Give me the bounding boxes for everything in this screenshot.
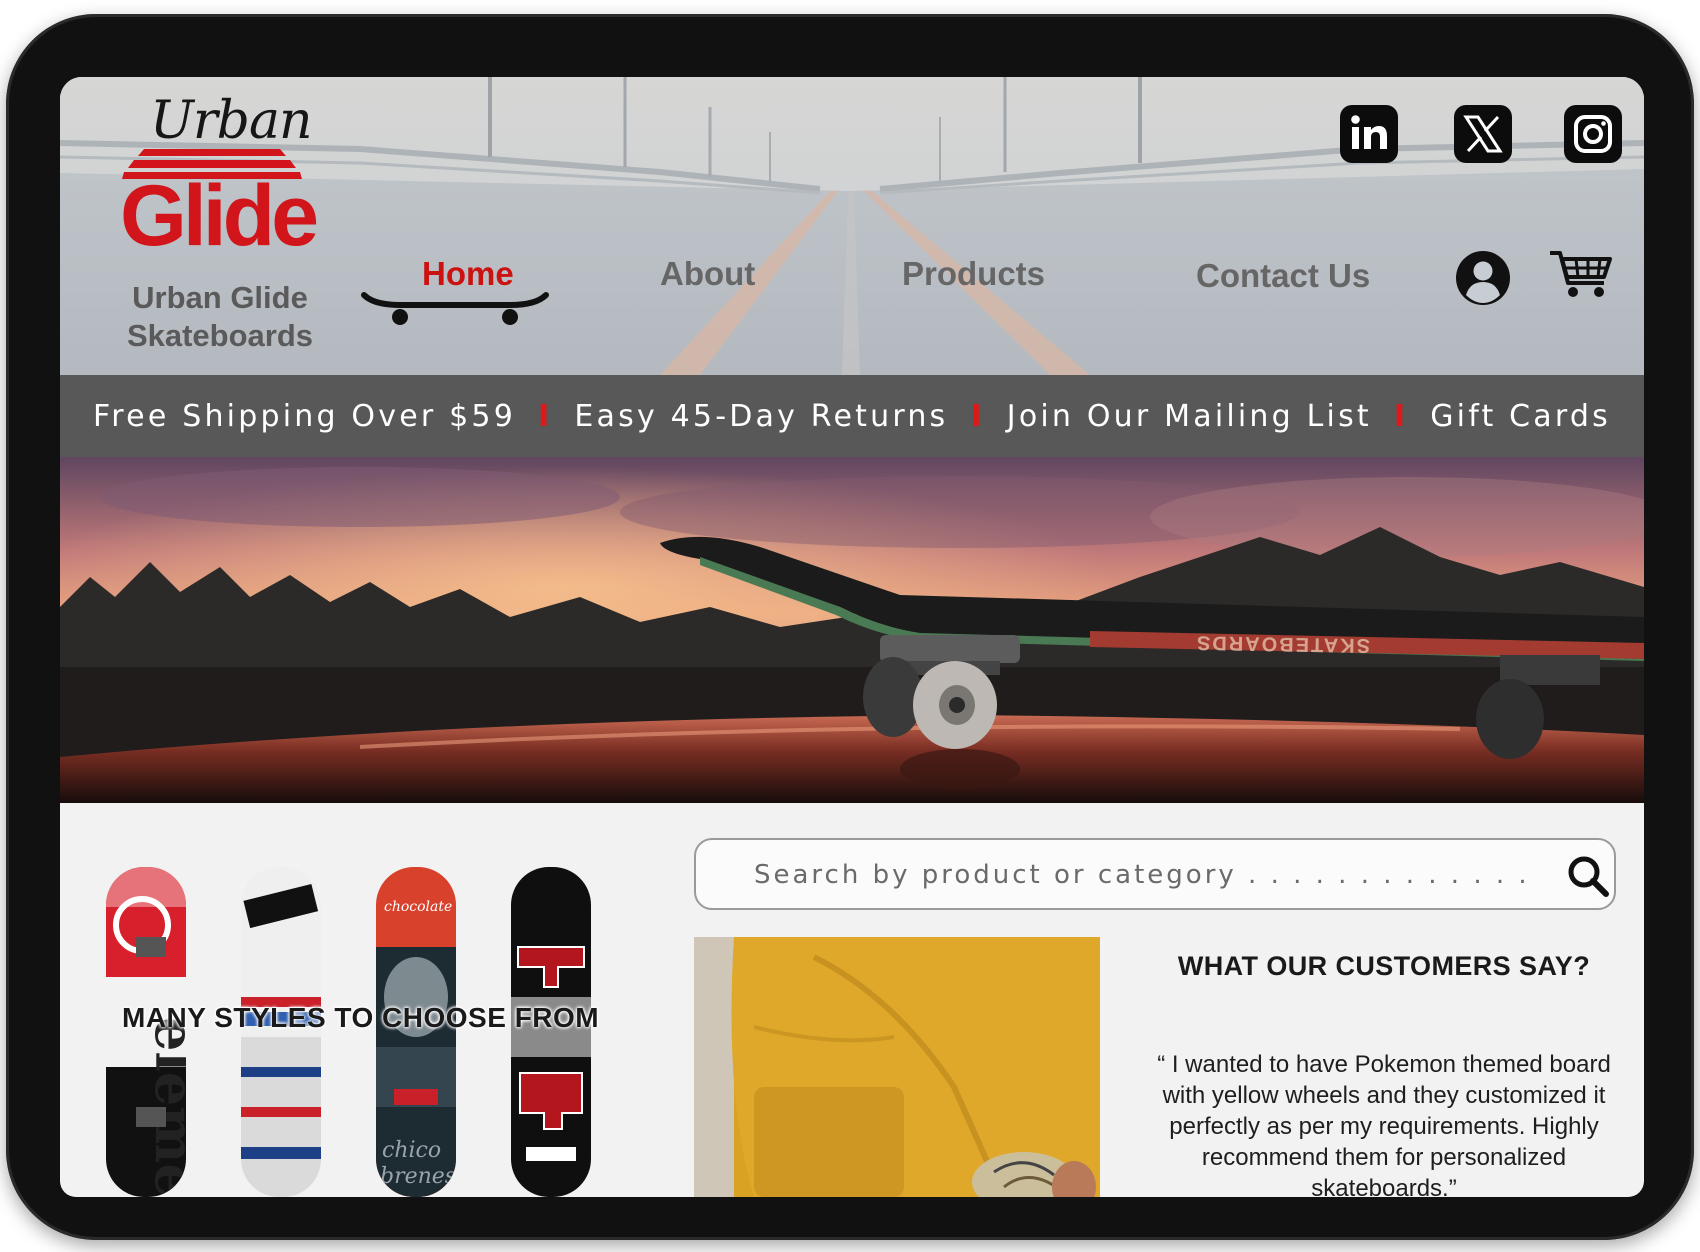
svg-text:chico: chico <box>382 1138 441 1163</box>
search-bar <box>694 838 1616 910</box>
promo-separator: I <box>1393 398 1409 434</box>
many-styles-label: MANY STYLES TO CHOOSE FROM <box>122 1002 600 1033</box>
promo-returns[interactable]: Easy 45-Day Returns <box>574 399 948 434</box>
promo-free-shipping[interactable]: Free Shipping Over $59 <box>93 399 516 434</box>
search-icon[interactable] <box>1566 854 1610 898</box>
logo-glide-text: Glide <box>120 168 319 264</box>
svg-text:chocolate: chocolate <box>384 899 452 915</box>
brand-name-line2: Skateboards <box>126 318 314 353</box>
search-input[interactable] <box>752 852 1536 898</box>
promo-strip: Free Shipping Over $59 I Easy 45-Day Ret… <box>60 375 1644 457</box>
logo-urban-text: Urban <box>150 91 312 151</box>
x-icon[interactable] <box>1454 105 1512 163</box>
promo-mailing-list[interactable]: Join Our Mailing List <box>1007 399 1372 434</box>
customer-hoodie-skateboard-photo <box>694 937 1100 1197</box>
cart-icon[interactable] <box>1548 247 1614 301</box>
site-logo[interactable]: Urban Glide Urban Glide Skateboards <box>120 91 320 371</box>
brand-name-line1: Urban Glide <box>132 280 308 315</box>
brand-name: Urban Glide Skateboards <box>120 279 320 355</box>
active-skateboard-underline-icon <box>361 292 549 325</box>
svg-text:brenes: brenes <box>380 1164 456 1189</box>
promo-gift-cards[interactable]: Gift Cards <box>1430 399 1611 434</box>
linkedin-icon[interactable] <box>1340 105 1398 163</box>
tablet-frame: Urban Glide Urban Glide Skateboards Home… <box>6 14 1694 1240</box>
promo-separator: I <box>538 398 553 434</box>
nav-contact-us[interactable]: Contact Us <box>1196 257 1370 295</box>
site-header: Urban Glide Urban Glide Skateboards Home… <box>60 77 1644 375</box>
reviews-title: WHAT OUR CUSTOMERS SAY? <box>1177 951 1591 981</box>
promo-separator: I <box>970 398 985 434</box>
svg-text:SKATEBOARDS: SKATEBOARDS <box>1195 631 1370 656</box>
hero-skateboard-sunset-image: SKATEBOARDS <box>60 457 1644 803</box>
screen: Urban Glide Urban Glide Skateboards Home… <box>60 77 1644 1197</box>
instagram-icon[interactable] <box>1564 105 1622 163</box>
customer-review-quote: “ I wanted to have Pokemon themed board … <box>1157 1051 1611 1197</box>
nav-products[interactable]: Products <box>902 255 1045 293</box>
account-icon[interactable] <box>1454 249 1512 307</box>
nav-home[interactable]: Home <box>422 255 514 293</box>
nav-about[interactable]: About <box>660 255 755 293</box>
